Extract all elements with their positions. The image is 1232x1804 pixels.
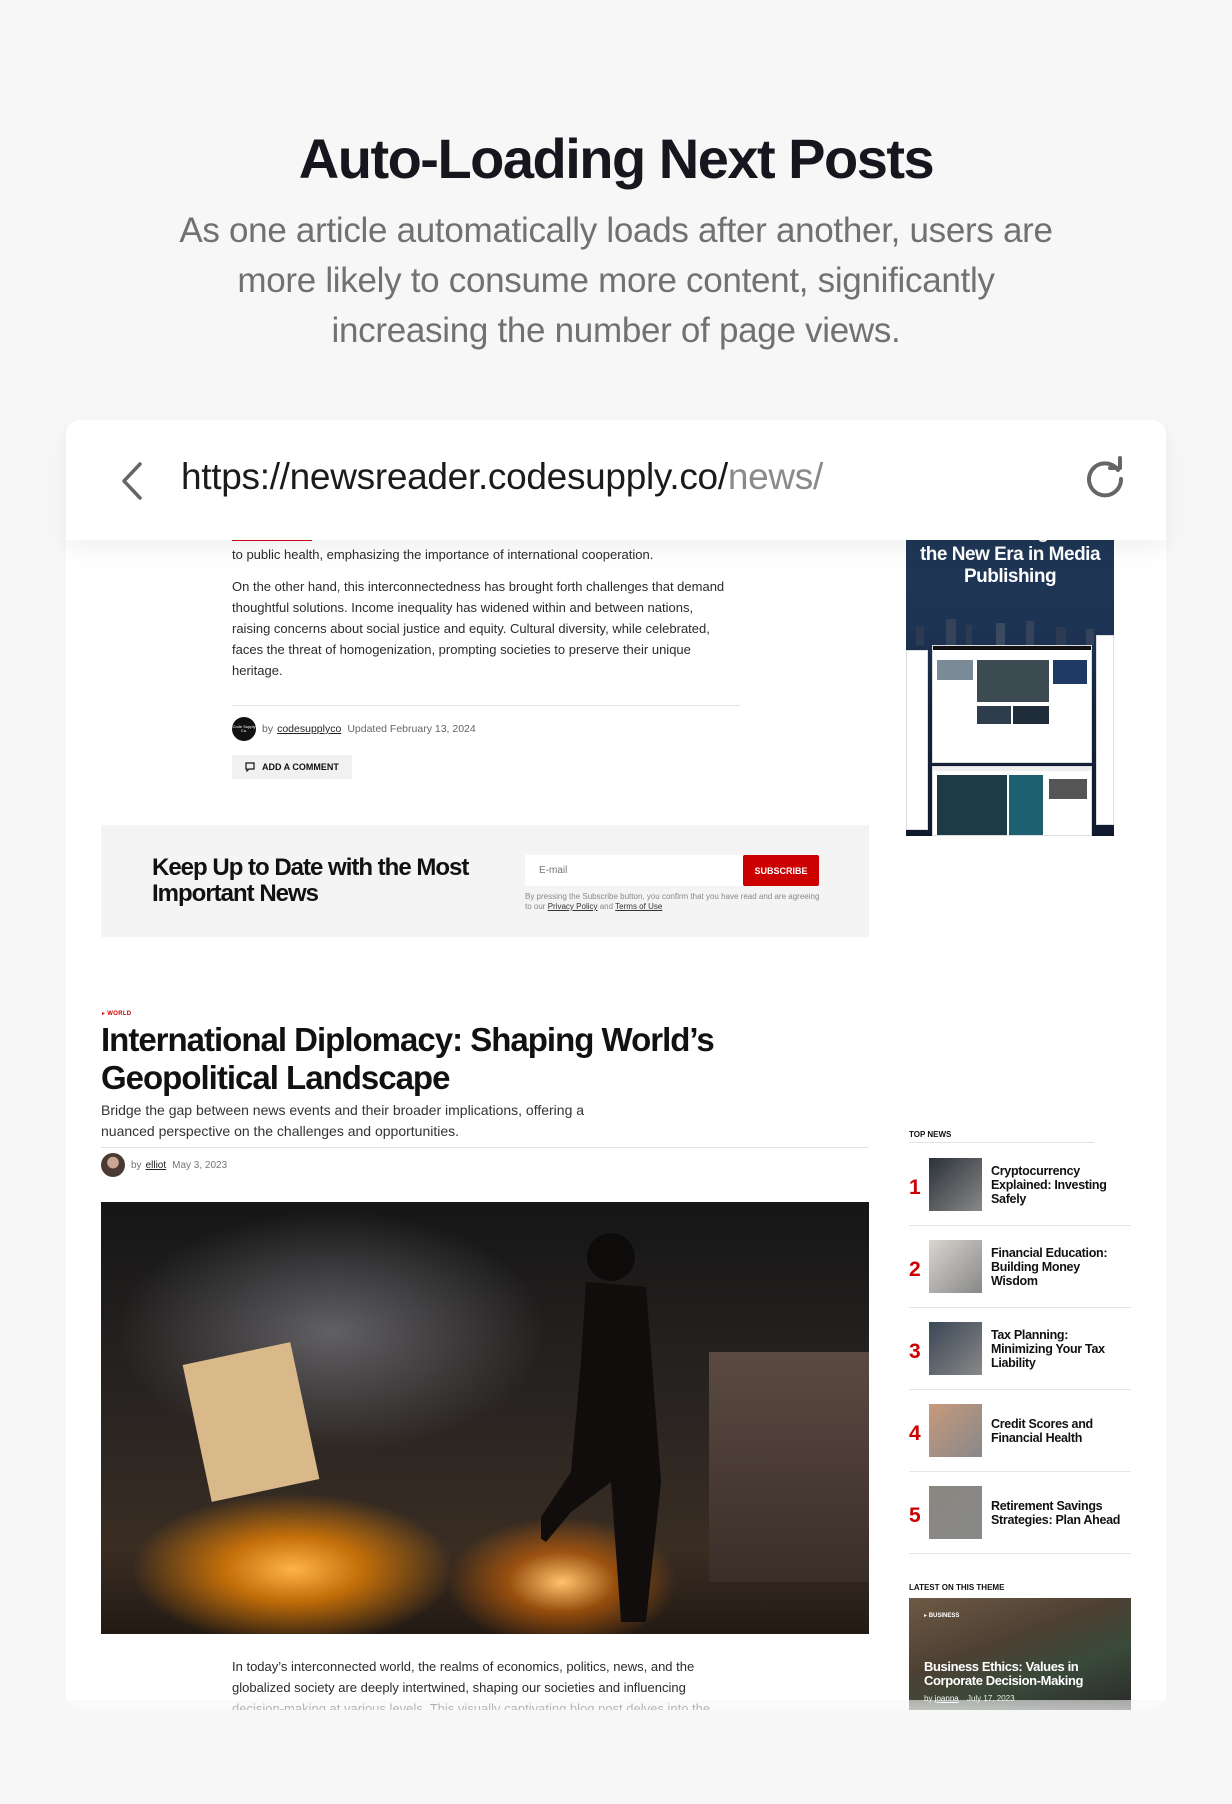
newsletter-title: Keep Up to Date with the Most Important … (152, 854, 469, 907)
page-title: Auto-Loading Next Posts (298, 127, 935, 190)
page-subtitle: As one article automatically loads after… (179, 211, 1053, 350)
chevron-left-icon[interactable] (116, 460, 150, 502)
author-byline: by elliot May 3, 2023 (101, 1153, 227, 1177)
article-thumbnail (929, 1158, 982, 1211)
top-news-item[interactable]: 2 Financial Education: Building Money Wis… (909, 1226, 1131, 1308)
author-byline: Code Supply Co. by codesupplyco Updated … (232, 717, 476, 741)
author-avatar (101, 1153, 125, 1177)
privacy-policy-link[interactable]: Privacy Policy (548, 902, 598, 911)
top-news-heading: TOP NEWS (909, 1130, 952, 1139)
subscribe-note: By pressing the Subscribe button, you co… (525, 892, 825, 912)
category-label[interactable]: ▸ WORLD (102, 1010, 131, 1017)
top-news-title: Tax Planning: Minimizing Your Tax Liabil… (991, 1327, 1105, 1370)
byline-prefix: by (262, 723, 274, 735)
terms-of-use-link[interactable]: Terms of Use (615, 902, 662, 911)
rank-number: 5 (909, 1503, 921, 1527)
image-sign (182, 1342, 320, 1502)
ad-screenshot-left (906, 650, 928, 830)
ad-screenshot-2 (932, 766, 1092, 836)
category-text: WORLD (107, 1011, 132, 1017)
top-news-item[interactable]: 5 Retirement Savings Strategies: Plan Ahe… (909, 1472, 1131, 1554)
top-news-title: Credit Scores and Financial Health (991, 1416, 1093, 1445)
latest-category: ▸ BUSINESS (924, 1613, 960, 1619)
ad-screenshot-1 (932, 645, 1092, 763)
top-news-list: 1 Cryptocurrency Explained: Investing Saf… (909, 1144, 1131, 1554)
author-avatar: Code Supply Co. (232, 717, 256, 741)
image-building (709, 1352, 869, 1582)
top-news-item[interactable]: 1 Cryptocurrency Explained: Investing Saf… (909, 1144, 1131, 1226)
browser-url-bar: https://newsreader.codesupply.co/news/ (66, 420, 1166, 540)
skyline-graphic (916, 619, 1094, 645)
note-and: and (599, 902, 614, 911)
rank-number: 4 (909, 1421, 921, 1445)
add-comment-button[interactable]: ADD A COMMENT (232, 755, 352, 779)
latest-heading: LATEST ON THIS THEME (909, 1583, 1005, 1592)
ad-screenshot-right (1096, 635, 1114, 825)
rank-number: 3 (909, 1339, 921, 1363)
browser-window: to public health, emphasizing the import… (66, 420, 1166, 1710)
subscribe-button[interactable]: SUBSCRIBE (743, 855, 819, 886)
url-base: https://newsreader.codesupply.co/ (181, 456, 728, 497)
newsletter-box: Keep Up to Date with the Most Important … (101, 825, 869, 937)
rank-number: 2 (909, 1257, 921, 1281)
article-partial-line: to public health, emphasizing the import… (232, 547, 654, 562)
email-input[interactable] (525, 855, 745, 886)
add-comment-label: ADD A COMMENT (262, 762, 339, 772)
url-path: news/ (727, 456, 823, 497)
article-thumbnail (929, 1404, 982, 1457)
ad-title-main: the New Era in Media Publishing (919, 544, 1101, 587)
author-link[interactable]: elliot (146, 1160, 167, 1171)
divider (232, 705, 740, 706)
divider (101, 1147, 869, 1148)
ad-title: Turn the Page to the New Era in Media Pu… (906, 540, 1114, 588)
url-input[interactable]: https://newsreader.codesupply.co/news/ (181, 456, 823, 498)
article-subtitle: Bridge the gap between news events and t… (101, 1102, 585, 1139)
updated-date: Updated February 13, 2024 (347, 723, 476, 735)
article-thumbnail (929, 1240, 982, 1293)
top-news-item[interactable]: 3 Tax Planning: Minimizing Your Tax Liabi… (909, 1308, 1131, 1390)
page-content: to public health, emphasizing the import… (66, 420, 1166, 1710)
article-featured-image (101, 1202, 869, 1634)
article-thumbnail (929, 1322, 982, 1375)
rank-number: 1 (909, 1175, 921, 1199)
article-title: International Diplomacy: Shaping World’s… (101, 1021, 715, 1096)
top-news-title: Retirement Savings Strategies: Plan Ahea… (991, 1498, 1121, 1527)
publish-date: May 3, 2023 (172, 1159, 228, 1171)
top-news-title: Cryptocurrency Explained: Investing Safe… (991, 1163, 1107, 1206)
article-thumbnail (929, 1486, 982, 1539)
top-news-title: Financial Education: Building Money Wisd… (991, 1245, 1108, 1288)
top-news-item[interactable]: 4 Credit Scores and Financial Health (909, 1390, 1131, 1472)
comment-icon (245, 762, 255, 772)
article-paragraph: On the other hand, this interconnectedne… (232, 579, 725, 678)
bottom-fade (0, 1700, 1232, 1804)
theme-ad-banner[interactable]: Turn the Page to the New Era in Media Pu… (906, 540, 1114, 836)
latest-post-card[interactable]: ▸ BUSINESS Business Ethics: Values in Co… (909, 1598, 1131, 1710)
image-figure (541, 1233, 661, 1622)
byline-prefix: by (131, 1159, 142, 1171)
author-link[interactable]: codesupplyco (277, 723, 341, 735)
reload-icon[interactable] (1082, 456, 1128, 502)
divider (909, 1142, 1094, 1143)
latest-title: Business Ethics: Values in Corporate Dec… (924, 1659, 1084, 1688)
